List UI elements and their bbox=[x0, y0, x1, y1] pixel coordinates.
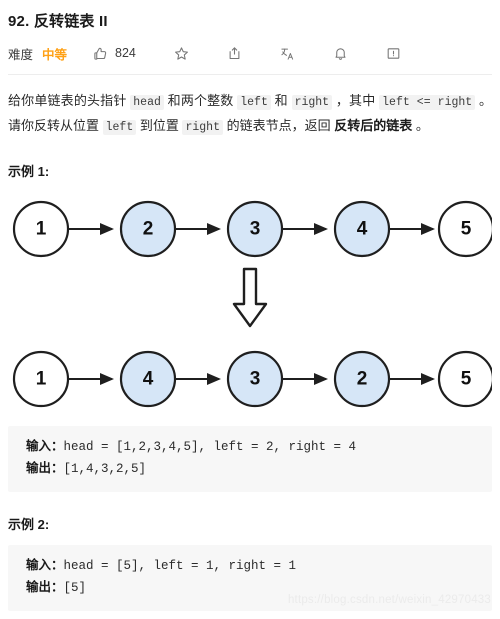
header-divider bbox=[8, 74, 492, 75]
difficulty-badge: 中等 bbox=[42, 47, 68, 62]
feedback-button[interactable] bbox=[386, 46, 401, 61]
share-button[interactable] bbox=[227, 46, 242, 61]
desc-seg-1: 给你单链表的头指针 bbox=[8, 93, 131, 108]
share-icon bbox=[227, 46, 242, 61]
node-value: 1 bbox=[36, 219, 47, 240]
node-value: 1 bbox=[36, 369, 47, 390]
desc-bold-emphasis: 反转后的链表 bbox=[334, 118, 413, 133]
arrow-down-icon bbox=[232, 267, 268, 328]
like-button[interactable]: 824 bbox=[93, 46, 136, 61]
code-left-lte-right: left <= right bbox=[379, 95, 476, 110]
bell-icon bbox=[333, 46, 348, 61]
problem-page: 92. 反转链表 II 难度 中等 824 给你单链表的头指针 head 和两个… bbox=[0, 0, 500, 619]
node-value: 5 bbox=[461, 369, 472, 390]
example-1-output-line: 输出：[1,4,3,2,5] bbox=[26, 458, 492, 480]
node-value: 2 bbox=[357, 369, 368, 390]
favorite-button[interactable] bbox=[174, 46, 189, 61]
desc-seg-3: 和 bbox=[270, 93, 292, 108]
example-2-input-line: 输入：head = [5], left = 1, right = 1 bbox=[26, 555, 492, 577]
node-value: 4 bbox=[357, 219, 368, 240]
thumbs-up-icon bbox=[93, 46, 108, 61]
node-value: 4 bbox=[143, 369, 154, 390]
desc-seg-8: 。 bbox=[412, 118, 429, 133]
before-list-svg: 1 2 3 4 5 bbox=[12, 200, 492, 258]
desc-seg-2: 和两个整数 bbox=[163, 93, 238, 108]
input-label: 输入： bbox=[26, 558, 64, 572]
output-label: 输出： bbox=[26, 461, 64, 475]
linked-list-diagram-after: 1 4 3 2 5 bbox=[8, 344, 492, 414]
code-right-1: right bbox=[291, 95, 333, 110]
output-value: [5] bbox=[63, 581, 87, 595]
output-value: [1,4,3,2,5] bbox=[63, 462, 147, 476]
star-icon bbox=[174, 46, 189, 61]
page-title: 92. 反转链表 II bbox=[8, 13, 108, 30]
desc-seg-4: ，其中 bbox=[332, 93, 380, 108]
node-value: 2 bbox=[143, 219, 154, 240]
desc-seg-6: 到位置 bbox=[136, 118, 183, 133]
problem-description: 给你单链表的头指针 head 和两个整数 left 和 right ，其中 le… bbox=[8, 89, 492, 139]
output-label: 输出： bbox=[26, 580, 64, 594]
code-left-1: left bbox=[237, 95, 271, 110]
difficulty-label: 难度 bbox=[8, 47, 34, 62]
watermark: https://blog.csdn.net/weixin_42970433 bbox=[287, 594, 491, 606]
notification-button[interactable] bbox=[333, 46, 348, 61]
node-value: 3 bbox=[250, 369, 261, 390]
code-head: head bbox=[130, 95, 164, 110]
desc-seg-7: 的链表节点，返回 bbox=[222, 118, 335, 133]
example-2-heading: 示例 2: bbox=[8, 517, 50, 532]
problem-meta-row: 难度 中等 824 bbox=[8, 38, 492, 68]
translate-button[interactable] bbox=[280, 46, 295, 61]
feedback-icon bbox=[386, 46, 401, 61]
input-label: 输入： bbox=[26, 439, 64, 453]
like-count: 824 bbox=[115, 46, 136, 60]
transform-arrow-wrap bbox=[8, 266, 492, 330]
code-left-2: left bbox=[102, 120, 137, 135]
action-icon-group: 824 bbox=[93, 46, 492, 61]
input-value: head = [1,2,3,4,5], left = 2, right = 4 bbox=[63, 440, 357, 454]
example-1-heading: 示例 1: bbox=[8, 164, 50, 179]
linked-list-diagram-before: 1 2 3 4 5 bbox=[8, 194, 492, 264]
node-value: 5 bbox=[461, 219, 472, 240]
translate-icon bbox=[280, 46, 295, 61]
code-right-2: right bbox=[182, 120, 223, 135]
input-value: head = [5], left = 1, right = 1 bbox=[63, 559, 297, 573]
example-1-input-line: 输入：head = [1,2,3,4,5], left = 2, right =… bbox=[26, 436, 492, 458]
example-1-code-block: 输入：head = [1,2,3,4,5], left = 2, right =… bbox=[8, 426, 492, 492]
node-value: 3 bbox=[250, 219, 261, 240]
after-list-svg: 1 4 3 2 5 bbox=[12, 350, 492, 408]
